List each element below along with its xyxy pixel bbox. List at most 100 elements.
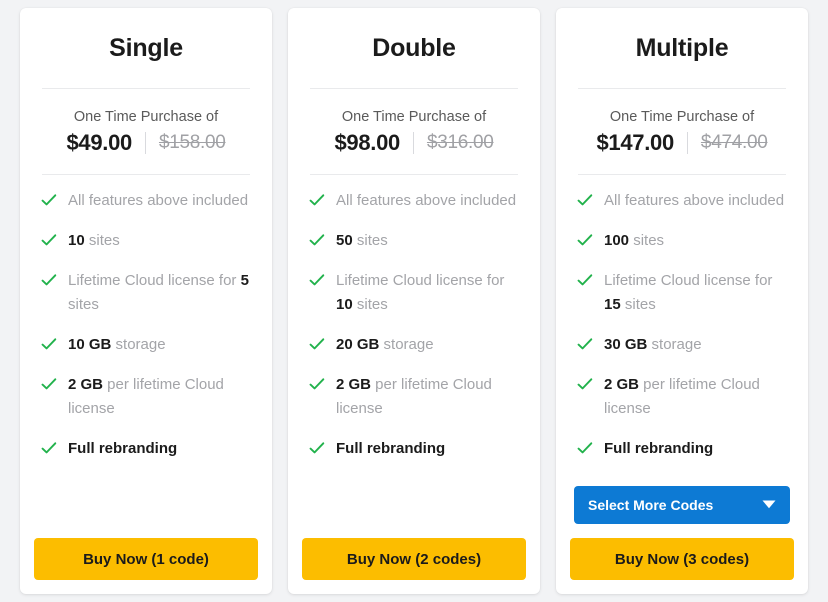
feature-prefix: Lifetime Cloud license for	[336, 272, 505, 289]
feature-suffix: sites	[352, 232, 388, 249]
feature-prefix: Lifetime Cloud license for	[604, 272, 773, 289]
feature-value: 5	[240, 272, 249, 289]
feature-label: 30 GB storage	[604, 333, 702, 357]
buy-now-label: Buy Now (1 code)	[83, 550, 209, 568]
buy-slot: Buy Now (1 code)	[20, 538, 272, 594]
price-caption: One Time Purchase of	[73, 109, 219, 125]
feature-suffix: sites	[352, 296, 388, 313]
feature-label: 2 GB per lifetime Cloud license	[336, 373, 522, 421]
feature-suffix: sites	[84, 232, 120, 249]
feature-label: Full rebranding	[336, 440, 446, 457]
feature-value: 2 GB	[68, 376, 104, 393]
dropdown-slot	[288, 486, 540, 524]
price-zone: One Time Purchase of $98.00 $316.00	[288, 89, 540, 174]
feature-suffix: storage	[647, 336, 702, 353]
original-price: $316.00	[426, 132, 494, 153]
price-row: $98.00 $316.00	[288, 130, 540, 156]
price-caption: One Time Purchase of	[609, 109, 755, 125]
feature-row: 2 GB per lifetime Cloud license	[288, 373, 540, 421]
feature-row: 30 GB storage	[556, 333, 808, 357]
chevron-down-icon	[762, 496, 776, 514]
original-price: $158.00	[158, 132, 226, 153]
price-separator	[686, 132, 688, 154]
feature-label: Lifetime Cloud license for 5 sites	[68, 269, 254, 317]
check-icon	[308, 335, 326, 353]
price-separator	[412, 132, 414, 154]
check-icon	[576, 439, 594, 457]
buy-now-button[interactable]: Buy Now (1 code)	[34, 538, 258, 580]
buy-now-button[interactable]: Buy Now (2 codes)	[302, 538, 526, 580]
feature-label: 100 sites	[604, 229, 664, 253]
feature-value: 2 GB	[336, 376, 372, 393]
feature-label: 10 GB storage	[68, 333, 166, 357]
price-zone: One Time Purchase of $147.00 $474.00	[556, 89, 808, 174]
check-icon	[40, 271, 58, 289]
check-icon	[308, 271, 326, 289]
feature-label: All features above included	[336, 192, 517, 209]
feature-row: Full rebranding	[556, 437, 808, 461]
feature-row: 50 sites	[288, 229, 540, 253]
feature-row: Full rebranding	[20, 437, 272, 461]
feature-label: Lifetime Cloud license for 15 sites	[604, 269, 790, 317]
plan-title: Multiple	[635, 33, 729, 62]
feature-label: 20 GB storage	[336, 333, 434, 357]
feature-row: Lifetime Cloud license for 10 sites	[288, 269, 540, 317]
buy-now-button[interactable]: Buy Now (3 codes)	[570, 538, 794, 580]
check-icon	[308, 439, 326, 457]
check-icon	[308, 375, 326, 393]
feature-value: 10	[336, 296, 353, 313]
price-zone: One Time Purchase of $49.00 $158.00	[20, 89, 272, 174]
feature-suffix: storage	[111, 336, 166, 353]
feature-suffix: sites	[620, 296, 656, 313]
plan-title-zone: Double	[288, 8, 540, 88]
plan-card: Single One Time Purchase of $49.00 $158.00 A…	[20, 8, 272, 594]
dropdown-slot	[20, 486, 272, 524]
check-icon	[308, 231, 326, 249]
check-icon	[576, 231, 594, 249]
feature-value: 100	[604, 232, 630, 249]
feature-row: 100 sites	[556, 229, 808, 253]
current-price: $98.00	[334, 130, 400, 155]
feature-row: 2 GB per lifetime Cloud license	[20, 373, 272, 421]
feature-label: All features above included	[604, 192, 785, 209]
feature-label: 2 GB per lifetime Cloud license	[68, 373, 254, 421]
plan-title-zone: Multiple	[556, 8, 808, 88]
features-list: All features above included 50 sites Lifet…	[288, 175, 540, 484]
check-icon	[576, 191, 594, 209]
buy-now-label: Buy Now (3 codes)	[614, 550, 750, 568]
feature-row: 20 GB storage	[288, 333, 540, 357]
feature-value: 20 GB	[336, 336, 380, 353]
price-row: $49.00 $158.00	[20, 130, 272, 156]
check-icon	[308, 191, 326, 209]
current-price: $147.00	[596, 130, 674, 155]
buy-slot: Buy Now (2 codes)	[288, 538, 540, 594]
feature-value: 10	[68, 232, 85, 249]
plan-card: Double One Time Purchase of $98.00 $316.00 A…	[288, 8, 540, 594]
pricing-table: Single One Time Purchase of $49.00 $158.00 A…	[0, 0, 828, 602]
feature-row: Lifetime Cloud license for 15 sites	[556, 269, 808, 317]
feature-label: Full rebranding	[604, 440, 714, 457]
feature-row: 10 GB storage	[20, 333, 272, 357]
price-caption: One Time Purchase of	[341, 109, 487, 125]
feature-row: Lifetime Cloud license for 5 sites	[20, 269, 272, 317]
feature-label: 2 GB per lifetime Cloud license	[604, 373, 790, 421]
check-icon	[576, 375, 594, 393]
check-icon	[40, 231, 58, 249]
check-icon	[576, 271, 594, 289]
buy-slot: Buy Now (3 codes)	[556, 538, 808, 594]
buy-now-label: Buy Now (2 codes)	[346, 550, 482, 568]
check-icon	[576, 335, 594, 353]
feature-row: All features above included	[556, 189, 808, 213]
feature-label: Lifetime Cloud license for 10 sites	[336, 269, 522, 317]
feature-value: 15	[604, 296, 621, 313]
feature-row: All features above included	[288, 189, 540, 213]
price-separator	[144, 132, 146, 154]
feature-prefix: Lifetime Cloud license for	[68, 272, 241, 289]
feature-value: 50	[336, 232, 353, 249]
feature-label: 50 sites	[336, 229, 388, 253]
features-list: All features above included 10 sites Lifet…	[20, 175, 272, 484]
feature-label: 10 sites	[68, 229, 120, 253]
features-list: All features above included 100 sites Life…	[556, 175, 808, 484]
check-icon	[40, 335, 58, 353]
select-more-codes-dropdown[interactable]: Select More Codes	[574, 486, 790, 524]
